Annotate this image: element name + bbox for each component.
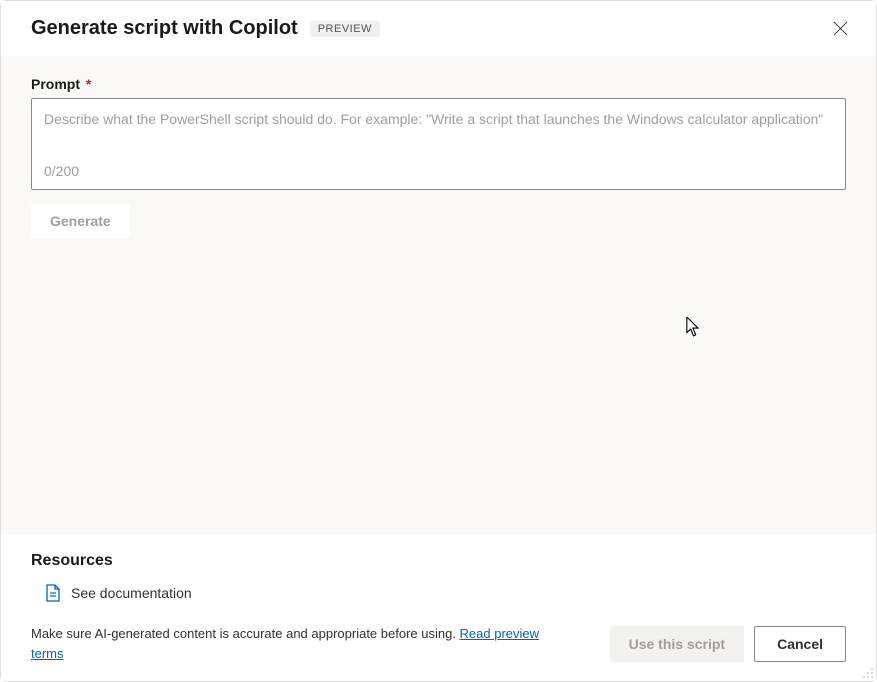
dialog-title: Generate script with Copilot [31, 17, 298, 40]
dialog-header: Generate script with Copilot PREVIEW [1, 1, 876, 56]
prompt-label-text: Prompt [31, 76, 80, 92]
document-icon [45, 584, 61, 602]
required-indicator: * [86, 76, 91, 92]
dialog-main: Prompt * 0/200 Generate [1, 56, 876, 534]
dialog-footer: Resources See documentation Make sure AI… [1, 534, 876, 681]
disclaimer-text: Make sure AI-generated content is accura… [31, 624, 594, 663]
footer-row: Make sure AI-generated content is accura… [31, 624, 846, 663]
close-icon [833, 21, 848, 36]
footer-buttons: Use this script Cancel [610, 626, 846, 662]
disclaimer-before: Make sure AI-generated content is accura… [31, 626, 460, 641]
header-left: Generate script with Copilot PREVIEW [31, 17, 380, 40]
resources-heading: Resources [31, 552, 846, 570]
use-script-button[interactable]: Use this script [610, 626, 744, 662]
copilot-script-dialog: Generate script with Copilot PREVIEW Pro… [0, 0, 877, 682]
resize-grip-icon[interactable] [862, 667, 874, 679]
close-button[interactable] [829, 17, 852, 40]
documentation-link[interactable]: See documentation [45, 584, 846, 602]
documentation-link-text: See documentation [71, 585, 192, 601]
prompt-label: Prompt * [31, 76, 846, 92]
prompt-input[interactable] [44, 109, 833, 150]
generate-button[interactable]: Generate [31, 204, 130, 238]
char-counter: 0/200 [44, 163, 833, 179]
cancel-button[interactable]: Cancel [754, 626, 846, 662]
prompt-textarea-container: 0/200 [31, 98, 846, 190]
preview-badge: PREVIEW [310, 21, 380, 37]
